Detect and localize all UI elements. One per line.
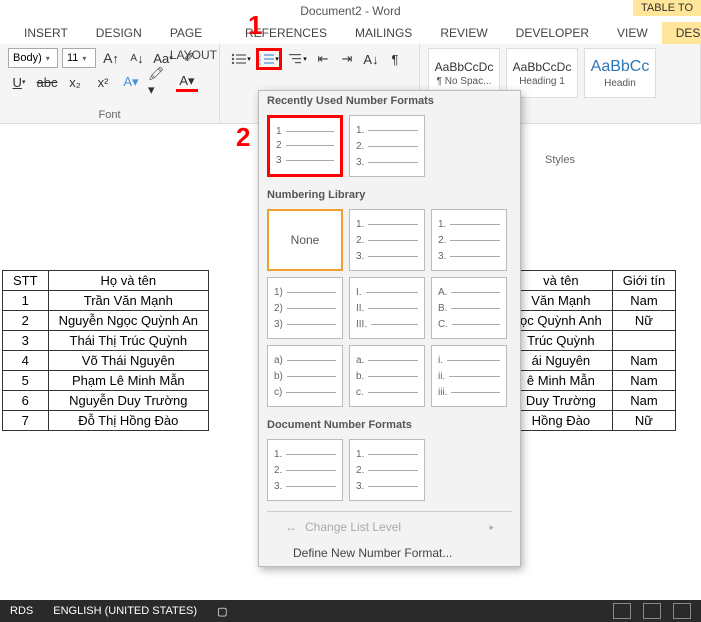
subscript-icon[interactable]: x₂ <box>64 72 86 92</box>
right-table[interactable]: và tênGiới tínVăn MạnhNamọc Quỳnh AnhNữT… <box>509 270 676 431</box>
number-format-preview[interactable]: 1.2.3. <box>267 439 343 501</box>
table-row[interactable]: 6Nguyễn Duy Trường <box>3 391 209 411</box>
shrink-font-icon[interactable]: A↓ <box>126 48 148 68</box>
clear-formatting-icon[interactable]: ✐ <box>178 48 200 68</box>
table-row[interactable]: Văn MạnhNam <box>510 291 676 311</box>
number-format-preview[interactable]: 1.2.3. <box>349 439 425 501</box>
table-row[interactable]: Hồng ĐàoNữ <box>510 411 676 431</box>
tab-table-design[interactable]: DESIGN <box>662 22 701 44</box>
table-row[interactable]: 1Trần Văn Mạnh <box>3 291 209 311</box>
library-section-title: Numbering Library <box>259 185 520 205</box>
table-row[interactable]: Trúc Quỳnh <box>510 331 676 351</box>
highlight-icon[interactable]: 🖍▾ <box>148 72 170 92</box>
macro-icon[interactable]: ▢ <box>217 605 227 618</box>
annotation-2: 2 <box>236 122 250 153</box>
tab-developer[interactable]: DEVELOPER <box>502 22 603 44</box>
increase-indent-icon[interactable]: ⇥ <box>336 49 358 69</box>
doc-section-title: Document Number Formats <box>259 415 520 435</box>
number-format-preview[interactable]: 123 <box>267 115 343 177</box>
show-marks-icon[interactable]: ¶ <box>384 49 406 69</box>
number-format-preview[interactable]: a)b)c) <box>267 345 343 407</box>
table-row[interactable]: ọc Quỳnh AnhNữ <box>510 311 676 331</box>
font-group-label: Font <box>8 109 211 121</box>
tab-insert[interactable]: INSERT <box>10 22 82 44</box>
number-format-preview[interactable]: I.II.III. <box>349 277 425 339</box>
table-row[interactable]: 3Thái Thị Trúc Quỳnh <box>3 331 209 351</box>
numbering-button[interactable]: 123▾ <box>256 48 282 70</box>
sort-icon[interactable]: A↓ <box>360 49 382 69</box>
svg-text:3: 3 <box>259 61 262 66</box>
font-name-combo[interactable]: Body)▾ <box>8 48 58 68</box>
number-format-preview[interactable]: 1.2.3. <box>349 209 425 271</box>
define-new-format-item[interactable]: Define New Number Format... <box>259 540 520 566</box>
grow-font-icon[interactable]: A↑ <box>100 48 122 68</box>
number-format-preview[interactable]: A.B.C. <box>431 277 507 339</box>
tab-design[interactable]: DESIGN <box>82 22 156 44</box>
superscript-icon[interactable]: x² <box>92 72 114 92</box>
status-words[interactable]: RDS <box>10 605 33 617</box>
number-format-preview[interactable]: 1.2.3. <box>431 209 507 271</box>
ribbon-tabs: INSERT DESIGN PAGE LAYOUT REFERENCES MAI… <box>0 22 701 44</box>
numbering-dropdown: Recently Used Number Formats 1231.2.3. N… <box>258 90 521 567</box>
font-group: Body)▾ 11▾ A↑ A↓ Aa▾ ✐ U▾ abc x₂ x² A▾ 🖍… <box>0 44 220 123</box>
bullets-button[interactable]: ▾ <box>228 48 254 70</box>
number-format-preview[interactable]: i.ii.iii. <box>431 345 507 407</box>
number-format-preview[interactable]: 1)2)3) <box>267 277 343 339</box>
decrease-indent-icon[interactable]: ⇤ <box>312 49 334 69</box>
tool-tab-group: TABLE TO <box>633 0 701 16</box>
read-mode-icon[interactable] <box>613 603 631 619</box>
tab-page-layout[interactable]: PAGE LAYOUT <box>156 22 231 44</box>
change-case-icon[interactable]: Aa▾ <box>152 48 174 68</box>
left-table[interactable]: STTHọ và tên1Trần Văn Mạnh2Nguyễn Ngọc Q… <box>2 270 209 431</box>
strike-icon[interactable]: abc <box>36 72 58 92</box>
font-size-combo[interactable]: 11▾ <box>62 48 96 68</box>
table-row[interactable]: 7Đỗ Thị Hồng Đào <box>3 411 209 431</box>
web-layout-icon[interactable] <box>673 603 691 619</box>
number-format-preview[interactable]: 1.2.3. <box>349 115 425 177</box>
table-header: và tên <box>510 271 613 291</box>
style-item-2[interactable]: AaBbCcHeadin <box>584 48 656 98</box>
recent-section-title: Recently Used Number Formats <box>259 91 520 111</box>
underline-icon[interactable]: U▾ <box>8 72 30 92</box>
text-effects-icon[interactable]: A▾ <box>120 72 142 92</box>
number-format-none[interactable]: None <box>267 209 343 271</box>
tab-review[interactable]: REVIEW <box>426 22 501 44</box>
table-row[interactable]: 5Phạm Lê Minh Mẫn <box>3 371 209 391</box>
annotation-1: 1 <box>248 10 262 41</box>
table-header: Giới tín <box>612 271 675 291</box>
print-layout-icon[interactable] <box>643 603 661 619</box>
table-row[interactable]: ái NguyênNam <box>510 351 676 371</box>
multilevel-list-button[interactable]: ▾ <box>284 48 310 70</box>
table-row[interactable]: 4Võ Thái Nguyên <box>3 351 209 371</box>
table-header: Họ và tên <box>48 271 208 291</box>
table-row[interactable]: 2Nguyễn Ngọc Quỳnh An <box>3 311 209 331</box>
tab-view[interactable]: VIEW <box>603 22 662 44</box>
status-language[interactable]: ENGLISH (UNITED STATES) <box>53 605 197 617</box>
table-row[interactable]: Duy TrườngNam <box>510 391 676 411</box>
number-format-preview[interactable]: a.b.c. <box>349 345 425 407</box>
table-row[interactable]: ê Minh MẫnNam <box>510 371 676 391</box>
table-header: STT <box>3 271 49 291</box>
title-bar: Document2 - Word <box>0 0 701 22</box>
tab-mailings[interactable]: MAILINGS <box>341 22 426 44</box>
font-color-icon[interactable]: A▾ <box>176 72 198 92</box>
status-bar: RDS ENGLISH (UNITED STATES) ▢ <box>0 600 701 622</box>
change-list-level-item: ↔Change List Level▸ <box>259 514 520 540</box>
